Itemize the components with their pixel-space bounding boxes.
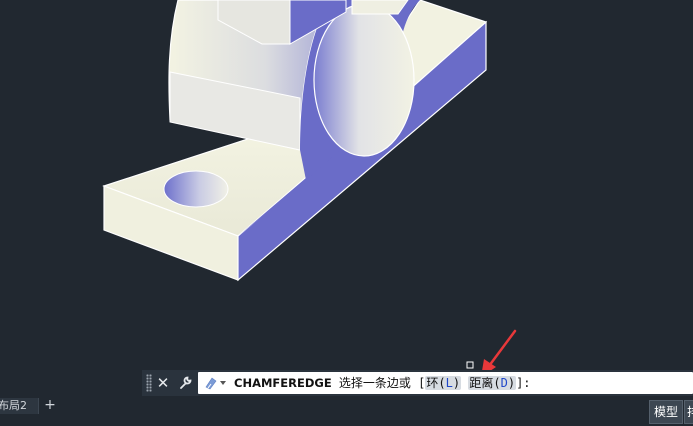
tab-layout2[interactable]: 布局2	[0, 398, 39, 414]
cap-right	[351, 0, 409, 15]
mounting-hole	[163, 170, 229, 208]
status-next-button[interactable]: 排	[684, 400, 693, 424]
command-prompt: 选择一条边或	[338, 376, 411, 390]
dropdown-arrow-icon	[220, 381, 226, 385]
drawing-viewport[interactable]	[0, 0, 693, 396]
grip-point[interactable]	[466, 361, 474, 369]
wrench-icon[interactable]	[176, 370, 194, 396]
solid-model-view	[102, 0, 517, 377]
command-prompt-text: CHAMFEREDGE 选择一条边或 [环(L) 距离(D)]:	[234, 372, 531, 394]
command-line-panel: ✕ CHAMFEREDGE 选择一条边或 [环(L) 距离(D)]:	[142, 370, 693, 396]
option-loop[interactable]: 环(L)	[425, 376, 462, 390]
bracket-close: ]:	[516, 376, 531, 390]
status-bar: 布局2 + 模型 排	[0, 396, 693, 426]
option-distance[interactable]: 距离(D)	[468, 376, 517, 390]
command-input[interactable]: CHAMFEREDGE 选择一条边或 [环(L) 距离(D)]:	[198, 372, 693, 394]
drag-handle-icon[interactable]	[146, 374, 152, 392]
plus-icon[interactable]: +	[42, 397, 58, 413]
model-space-button[interactable]: 模型	[649, 400, 683, 424]
bore-hole	[313, 3, 415, 157]
close-icon[interactable]: ✕	[154, 370, 172, 396]
command-name: CHAMFEREDGE	[234, 376, 332, 390]
command-recent-icon[interactable]	[204, 375, 228, 391]
